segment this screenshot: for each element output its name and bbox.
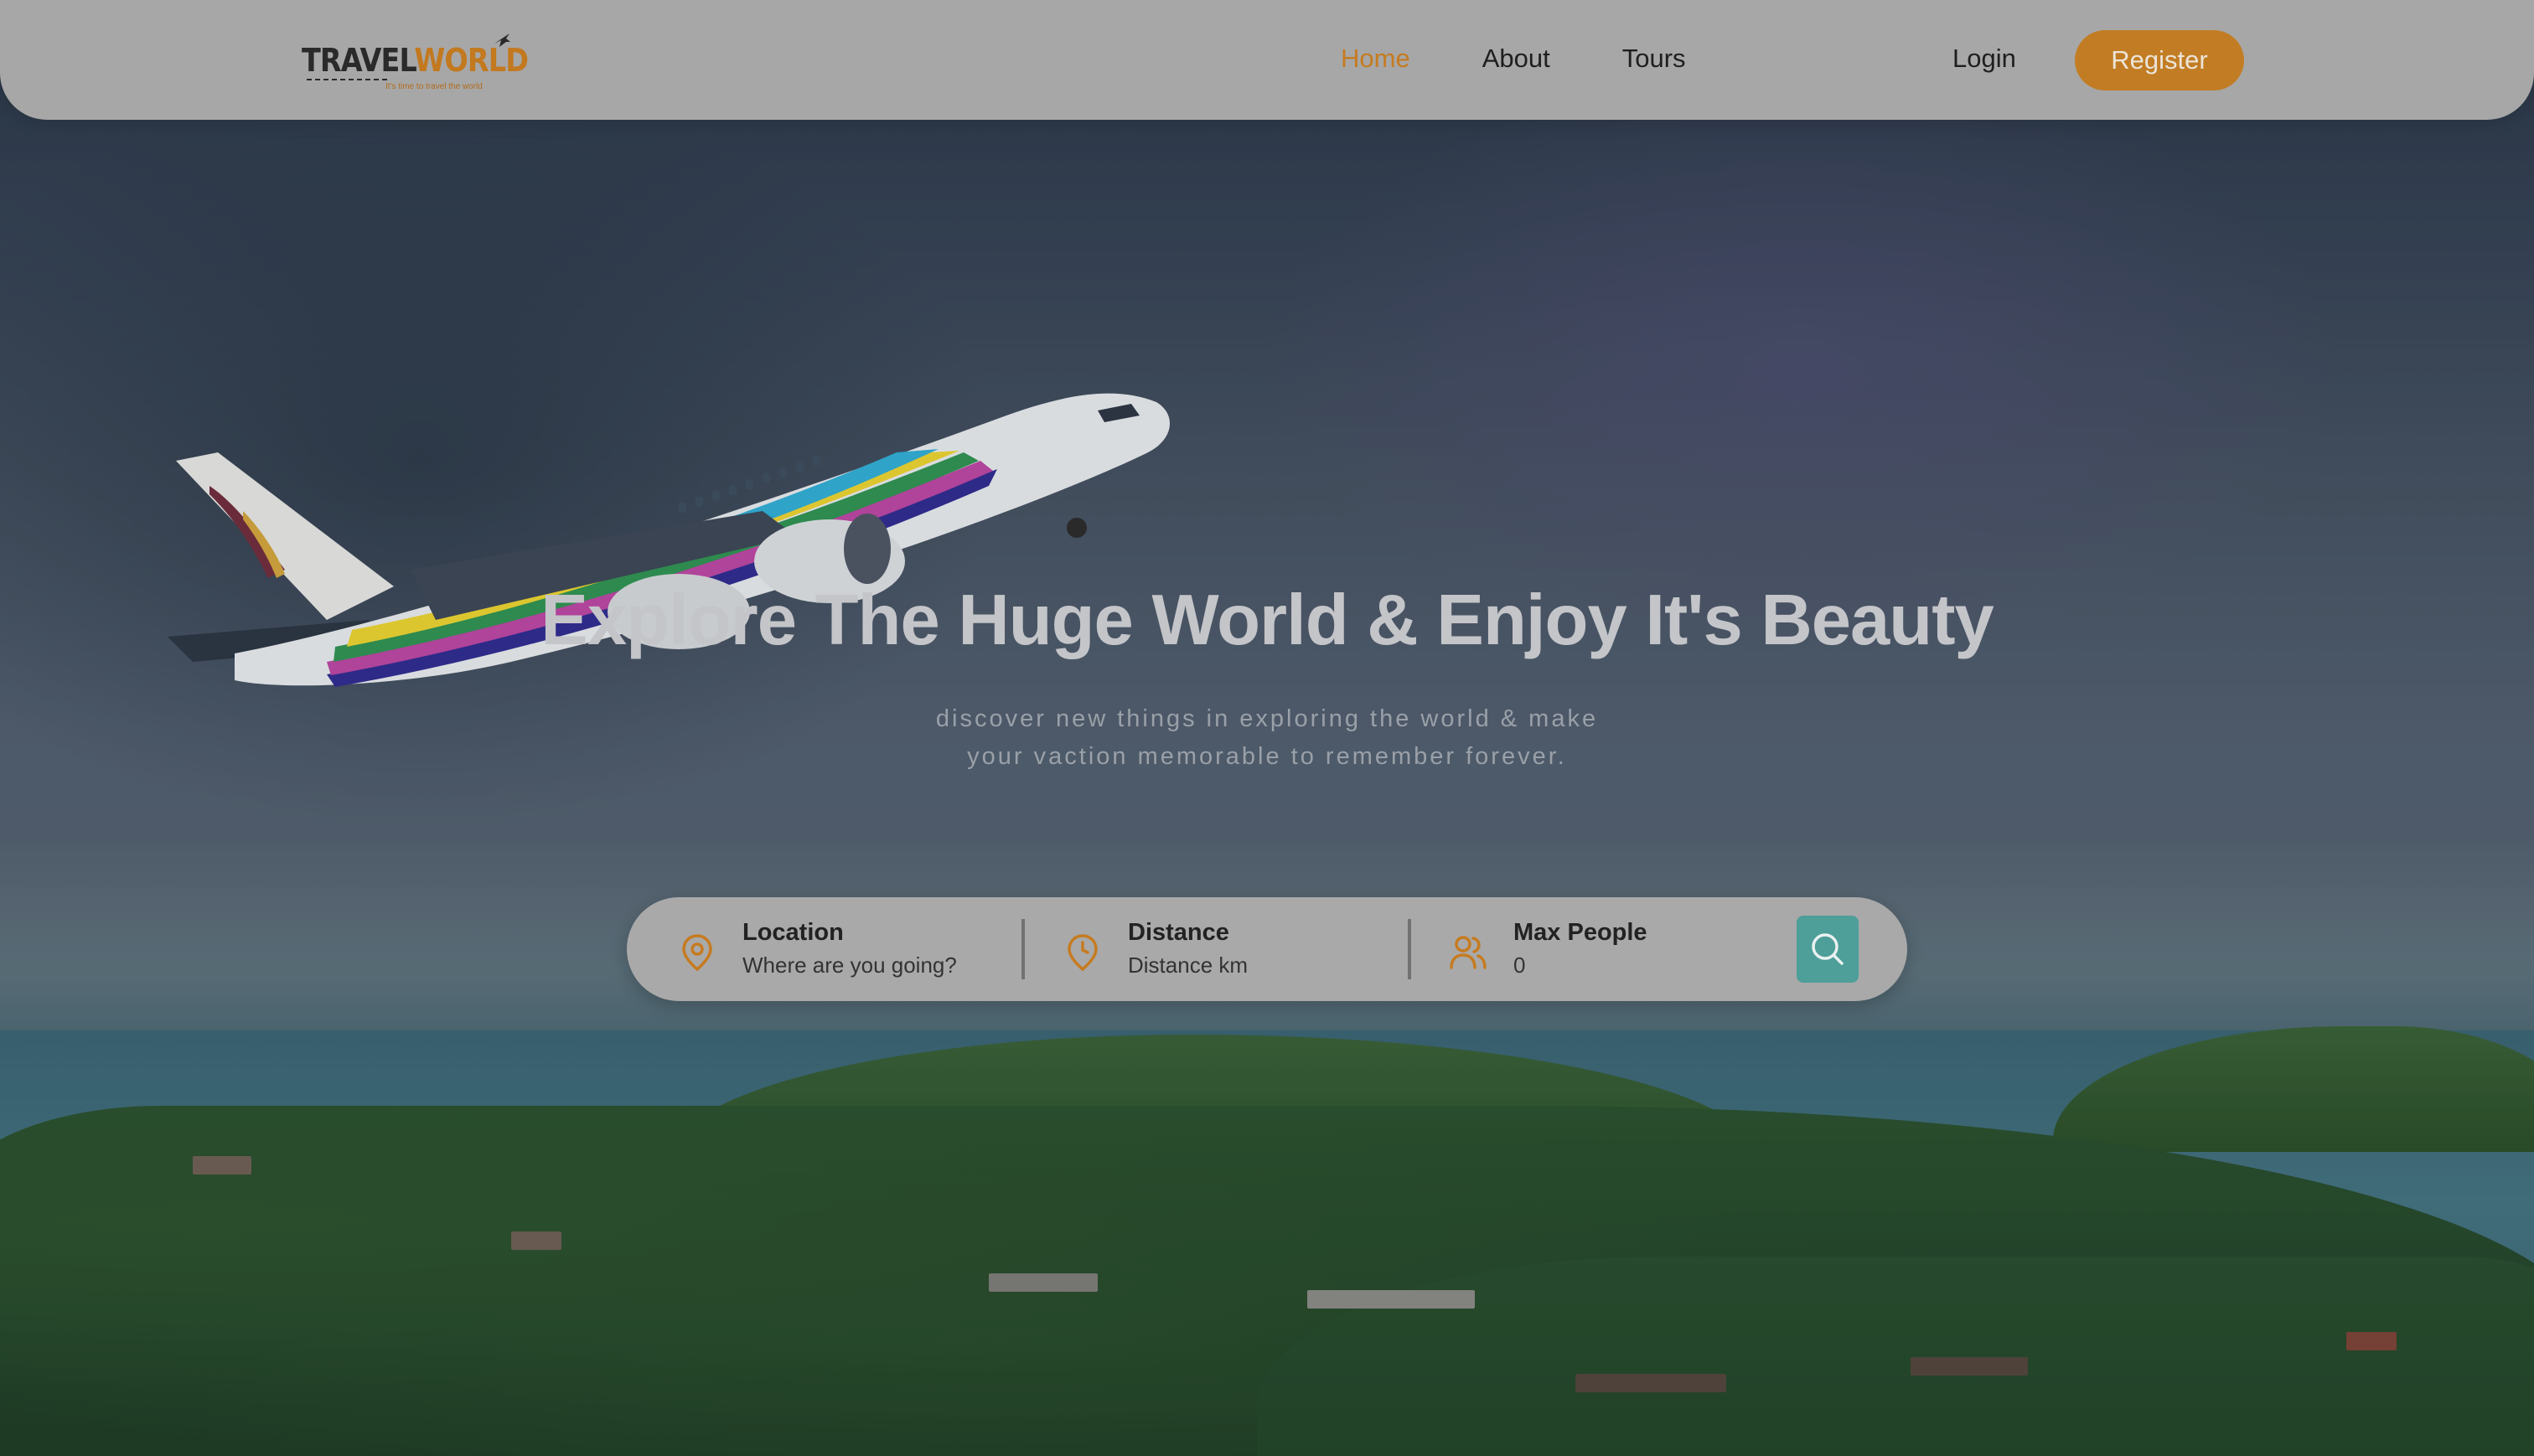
distance-input[interactable]: Distance km: [1128, 953, 1248, 978]
max-people-field[interactable]: Max People 0: [1448, 919, 1750, 983]
nav-link-about[interactable]: About: [1482, 44, 1550, 74]
max-people-label: Max People: [1513, 919, 1647, 946]
hero-subtitle-line-1: discover new things in exploring the wor…: [935, 705, 1599, 732]
max-people-input[interactable]: 0: [1513, 953, 1525, 978]
navbar: TRAVELWORLD It's time to travel the worl…: [0, 0, 2534, 120]
hero-subtitle-line-2: your vaction memorable to remember forev…: [967, 743, 1567, 770]
map-pin-icon: [682, 934, 712, 972]
clock-icon: [1068, 934, 1098, 972]
logo-tagline: It's time to travel the world: [385, 82, 483, 91]
logo-flight-path: [307, 79, 387, 80]
users-icon: [1450, 936, 1487, 969]
search-bar: Location Where are you going? Distance D…: [627, 897, 1907, 1001]
login-link[interactable]: Login: [1952, 44, 2016, 74]
logo-text: TRAVELWORLD: [302, 42, 529, 79]
divider: [1408, 919, 1411, 979]
location-input[interactable]: Where are you going?: [742, 953, 957, 978]
register-button[interactable]: Register: [2075, 30, 2244, 90]
location-field[interactable]: Location Where are you going?: [677, 919, 979, 983]
distance-label: Distance: [1128, 919, 1229, 946]
hero-headline: Explore The Huge World & Enjoy It's Beau…: [540, 581, 1994, 660]
location-label: Location: [742, 919, 844, 946]
divider: [1021, 919, 1025, 979]
nav-link-home[interactable]: Home: [1341, 44, 1410, 74]
search-button[interactable]: [1797, 916, 1859, 983]
search-icon: [1812, 933, 1844, 965]
nav-link-tours[interactable]: Tours: [1622, 44, 1686, 74]
nav-links: Home About Tours: [1341, 44, 1686, 74]
logo[interactable]: TRAVELWORLD It's time to travel the worl…: [302, 32, 529, 99]
distance-field[interactable]: Distance Distance km: [1063, 919, 1364, 983]
hero-subtitle: discover new things in exploring the wor…: [848, 700, 1686, 776]
